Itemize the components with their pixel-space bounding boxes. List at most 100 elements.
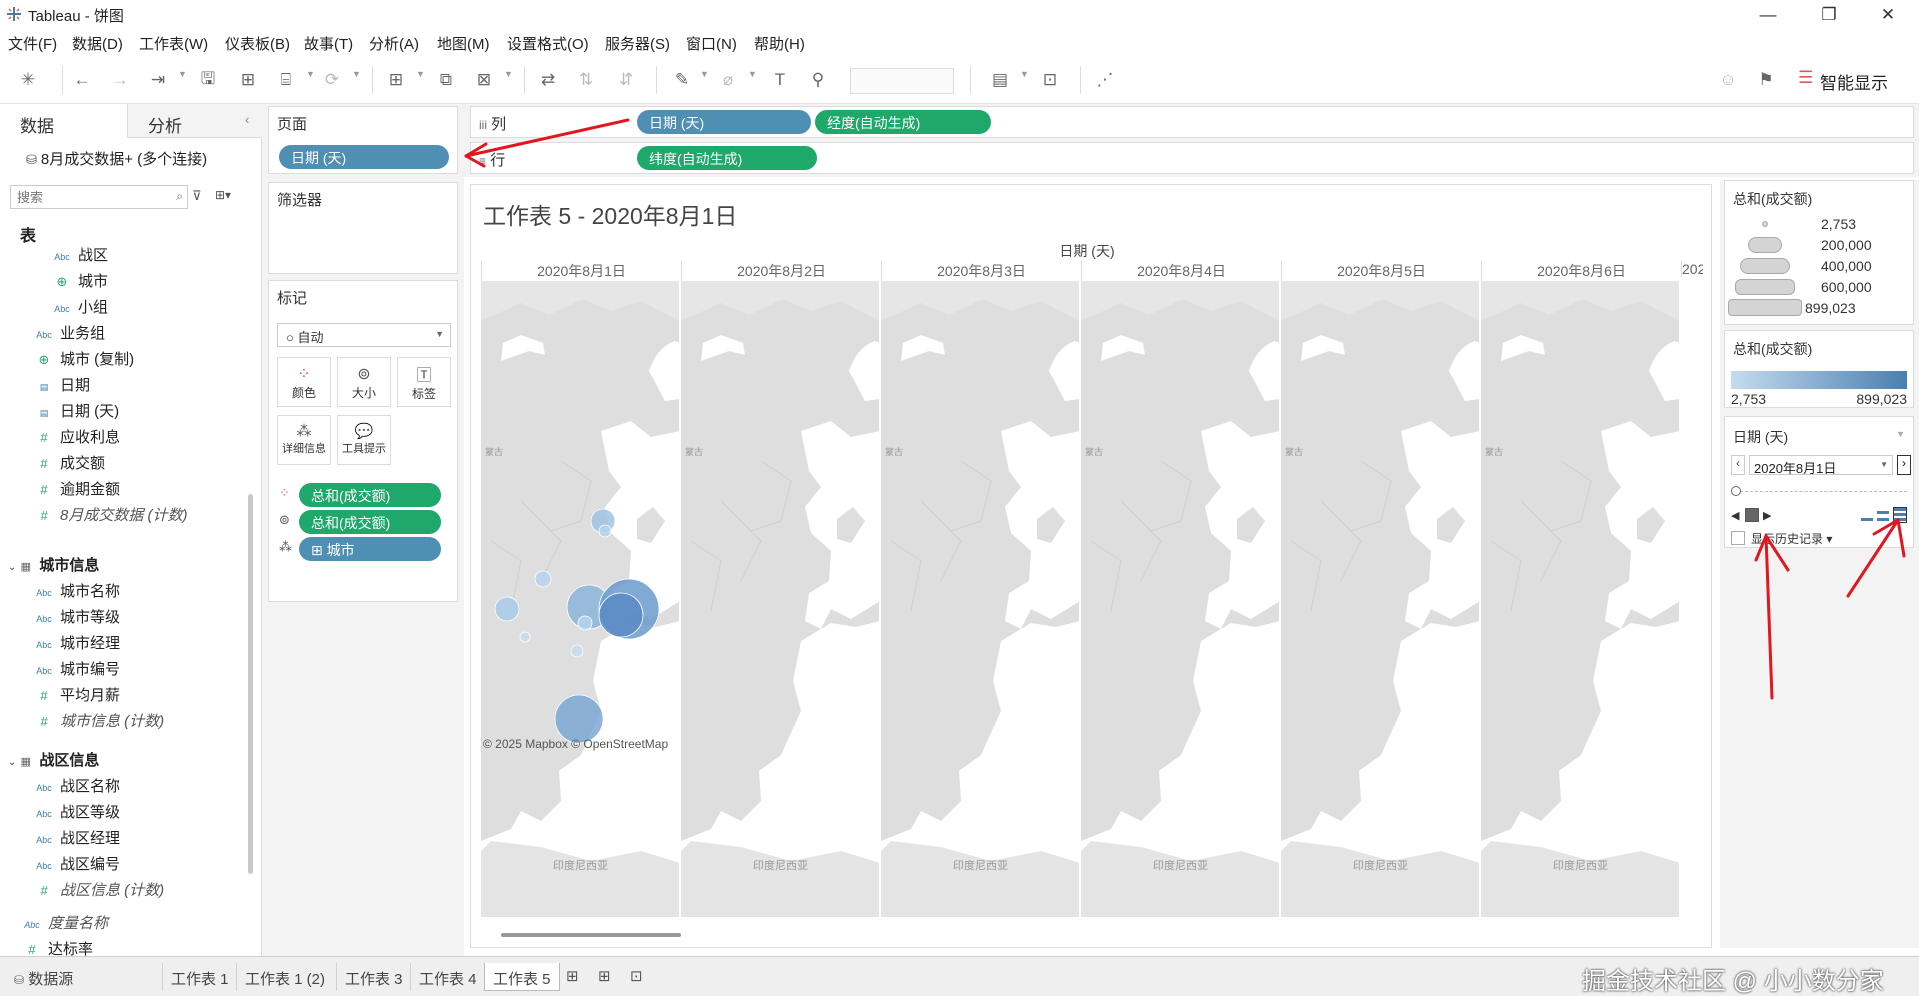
column-header[interactable]: 2020年8月6日	[1481, 261, 1681, 281]
columns-shelf[interactable]: iii 列 日期 (天) 经度(自动生成)	[470, 106, 1914, 138]
filter-icon[interactable]: ⊽	[192, 188, 202, 204]
field-item[interactable]: # 成交额	[34, 452, 105, 478]
field-measure-names[interactable]: Abc 度量名称	[22, 912, 108, 938]
label-button[interactable]: 🅃 标签	[397, 357, 451, 407]
pages-card[interactable]: 页面 日期 (天)	[268, 106, 458, 174]
field-item[interactable]: Abc 城市等级	[34, 606, 120, 632]
field-item[interactable]: # 逾期金额	[34, 478, 120, 504]
show-me-button[interactable]: 智能显示	[1820, 69, 1888, 94]
field-item[interactable]: #8月成交数据 (计数)	[34, 504, 187, 530]
page-slider[interactable]	[1735, 491, 1907, 492]
tab-data[interactable]: 数据	[0, 104, 128, 138]
duplicate-icon[interactable]: ⧉	[434, 68, 458, 92]
menu-data[interactable]: 数据(D)	[72, 33, 123, 54]
field-item[interactable]: Abc 城市编号	[34, 658, 120, 684]
field-item[interactable]: Abc 战区名称	[34, 775, 120, 801]
menu-map[interactable]: 地图(M)	[437, 33, 490, 54]
field-item[interactable]: # 应收利息	[34, 426, 120, 452]
tableau-home-icon[interactable]: ✳	[16, 68, 40, 92]
tab-sheet-5[interactable]: 工作表 5	[484, 963, 560, 991]
field-item[interactable]: # 城市信息 (计数)	[34, 710, 164, 736]
close-icon[interactable]: ✕	[1865, 2, 1911, 28]
field-item[interactable]: Abc 城市名称	[34, 580, 120, 606]
play-forward-icon[interactable]: ▶	[1763, 509, 1771, 522]
columns-pill-date-day[interactable]: 日期 (天)	[637, 110, 811, 134]
city-bubble[interactable]	[570, 644, 584, 658]
menu-story[interactable]: 故事(T)	[304, 33, 353, 54]
map-area[interactable]	[481, 281, 1703, 917]
menu-format[interactable]: 设置格式(O)	[507, 33, 589, 54]
sort-desc-icon[interactable]: ⇵	[614, 68, 638, 92]
fit-dropdown[interactable]	[850, 68, 954, 94]
search-field[interactable]: ⌕	[10, 185, 188, 209]
refresh-icon[interactable]: ⟳	[320, 68, 344, 92]
marks-pill-color-sum[interactable]: 总和(成交额)	[299, 483, 441, 507]
field-item[interactable]: # 平均月薪	[34, 684, 120, 710]
map-panel[interactable]	[1280, 281, 1481, 917]
city-bubble[interactable]	[519, 631, 531, 643]
chevron-down-icon[interactable]: ▼	[1896, 429, 1905, 439]
show-history-label[interactable]: 显示历史记录 ▾	[1751, 530, 1832, 547]
save-icon[interactable]: 🖫	[196, 68, 220, 92]
size-button[interactable]: ⊚ 大小	[337, 357, 391, 407]
show-me-pin-icon[interactable]: ⚑	[1754, 68, 1778, 92]
speed-fast-icon[interactable]	[1893, 507, 1907, 523]
presentation-icon[interactable]: ⊡	[1038, 68, 1062, 92]
replay-icon[interactable]: ⇥	[146, 68, 170, 92]
field-item[interactable]: Abc 城市经理	[34, 632, 120, 658]
horizontal-scrollbar[interactable]	[501, 933, 681, 937]
prev-page-icon[interactable]: ‹	[1731, 455, 1745, 475]
menu-worksheet[interactable]: 工作表(W)	[139, 33, 208, 54]
map-panel[interactable]	[880, 281, 1081, 917]
column-header[interactable]: 202	[1681, 261, 1703, 277]
tab-sheet-1[interactable]: 工作表 1	[162, 963, 237, 991]
menu-window[interactable]: 窗口(N)	[686, 33, 737, 54]
speed-medium-icon[interactable]	[1877, 511, 1889, 521]
redo-icon[interactable]: →	[108, 68, 132, 92]
tab-datasource[interactable]: ⛁ 数据源	[6, 963, 81, 991]
city-bubble[interactable]	[598, 524, 612, 538]
new-story-tab-icon[interactable]: ⊡	[630, 967, 643, 985]
column-header[interactable]: 2020年8月3日	[881, 261, 1081, 281]
map-panel[interactable]	[680, 281, 881, 917]
map-panel[interactable]	[1080, 281, 1281, 917]
field-item[interactable]: ▤ 日期	[34, 374, 90, 400]
pin-icon[interactable]: ⚲	[806, 68, 830, 92]
city-bubble[interactable]	[494, 596, 520, 622]
marks-pill-size-sum[interactable]: 总和(成交额)	[299, 510, 441, 534]
column-header[interactable]: 2020年8月2日	[681, 261, 881, 281]
field-item[interactable]: ▤ 日期 (天)	[34, 400, 119, 426]
marks-pill-city[interactable]: ⊞ 城市	[299, 537, 441, 561]
city-bubble[interactable]	[554, 694, 604, 744]
size-legend[interactable]: 总和(成交额) 2,753 200,000 400,000 600,000 899,02…	[1724, 180, 1914, 325]
next-page-icon[interactable]: ›	[1897, 455, 1911, 475]
connection-item[interactable]: ⛁ 8月成交数据+ (多个连接)	[26, 148, 207, 169]
columns-pill-longitude[interactable]: 经度(自动生成)	[815, 110, 991, 134]
new-worksheet-tab-icon[interactable]: ⊞	[566, 967, 579, 985]
collapse-icon[interactable]: ‹	[245, 112, 249, 127]
speed-slow-icon[interactable]	[1861, 511, 1873, 521]
map-panel[interactable]	[1480, 281, 1681, 917]
menu-dashboard[interactable]: 仪表板(B)	[225, 33, 290, 54]
filters-card[interactable]: 筛选器	[268, 182, 458, 274]
minimize-icon[interactable]: —	[1745, 2, 1791, 28]
undo-icon[interactable]: ←	[70, 68, 94, 92]
column-header[interactable]: 2020年8月1日	[481, 261, 681, 281]
field-item[interactable]: Abc 战区	[52, 244, 108, 270]
stop-icon[interactable]	[1745, 508, 1759, 522]
new-worksheet-icon[interactable]: ⊞	[384, 68, 408, 92]
field-item[interactable]: # 战区信息 (计数)	[34, 879, 164, 905]
field-item[interactable]: Abc 战区经理	[34, 827, 120, 853]
rows-pill-latitude[interactable]: 纬度(自动生成)	[637, 146, 817, 170]
show-me-icon[interactable]: ☰	[1798, 68, 1813, 88]
column-header[interactable]: 2020年8月4日	[1081, 261, 1281, 281]
play-back-icon[interactable]: ◀	[1731, 509, 1739, 522]
menu-server[interactable]: 服务器(S)	[605, 33, 670, 54]
field-item[interactable]: Abc 战区编号	[34, 853, 120, 879]
city-bubble[interactable]	[534, 570, 552, 588]
mark-type-select[interactable]: ○ 自动 ▼	[277, 323, 451, 347]
new-dashboard-tab-icon[interactable]: ⊞	[598, 967, 611, 985]
share-icon[interactable]: ⋰	[1093, 68, 1117, 92]
field-item[interactable]: ⊕ 城市 (复制)	[34, 348, 135, 374]
page-slider-thumb[interactable]	[1731, 486, 1741, 496]
